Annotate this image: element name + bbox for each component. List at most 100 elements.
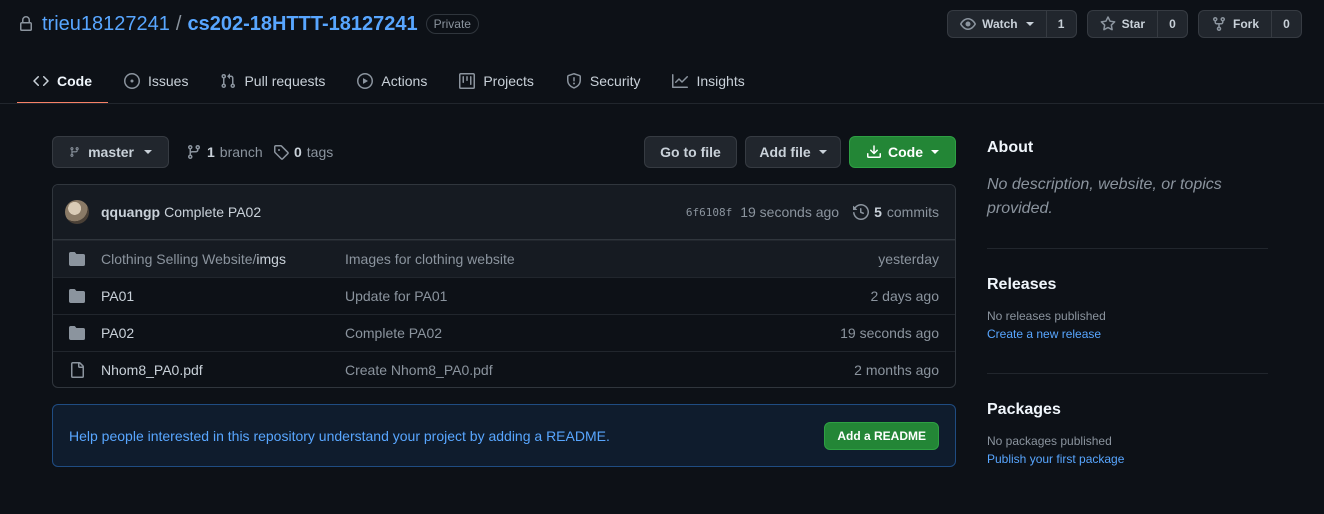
commits-label: commits — [886, 204, 939, 220]
tab-actions[interactable]: Actions — [341, 58, 443, 104]
watch-button[interactable]: Watch — [948, 11, 1046, 37]
repo-name-link[interactable]: cs202-18HTTT-18127241 — [187, 13, 417, 36]
file-age: 19 seconds ago — [840, 325, 939, 341]
tags-count: 0 — [294, 144, 302, 160]
go-to-file-button[interactable]: Go to file — [644, 136, 737, 168]
watch-button-group: Watch 1 — [947, 10, 1077, 38]
add-file-label: Add file — [759, 144, 811, 160]
file-row[interactable]: Nhom8_PA0.pdf Create Nhom8_PA0.pdf 2 mon… — [53, 351, 955, 387]
project-icon — [459, 73, 476, 89]
issue-icon — [124, 73, 140, 89]
tag-icon — [274, 145, 289, 160]
file-age: 2 months ago — [854, 362, 939, 378]
tab-insights[interactable]: Insights — [656, 58, 760, 104]
sidebar-divider — [987, 373, 1268, 374]
file-name[interactable]: PA01 — [101, 288, 345, 304]
file-name[interactable]: Clothing Selling Website/imgs — [101, 251, 345, 267]
file-row[interactable]: PA01 Update for PA01 2 days ago — [53, 277, 955, 314]
repo-tabs: Code Issues Pull requests Actions Projec… — [17, 58, 761, 104]
file-browser: qquangp Complete PA02 6f6108f 19 seconds… — [52, 184, 956, 388]
file-commit-message[interactable]: Images for clothing website — [345, 251, 878, 267]
tab-security[interactable]: Security — [550, 58, 657, 104]
branches-label: branch — [219, 144, 263, 160]
packages-section: Packages No packages published Publish y… — [987, 401, 1268, 468]
create-release-link[interactable]: Create a new release — [987, 325, 1268, 343]
folder-icon — [69, 251, 85, 267]
branches-count: 1 — [207, 144, 215, 160]
about-description: No description, website, or topics provi… — [987, 176, 1222, 217]
tab-pull-requests[interactable]: Pull requests — [204, 58, 341, 104]
file-name-prefix: Clothing Selling Website/ — [101, 251, 257, 267]
watch-count[interactable]: 1 — [1045, 11, 1076, 37]
graph-icon — [672, 74, 689, 88]
repo-header: trieu18127241 / cs202-18HTTT-18127241 Pr… — [18, 8, 479, 40]
tab-actions-label: Actions — [381, 73, 428, 89]
star-button[interactable]: Star — [1088, 11, 1157, 37]
chevron-down-icon — [1025, 22, 1034, 26]
file-commit-message[interactable]: Complete PA02 — [345, 325, 840, 341]
commit-sha[interactable]: 6f6108f — [686, 206, 732, 219]
code-button-label: Code — [888, 144, 923, 160]
add-readme-button[interactable]: Add a README — [824, 421, 939, 450]
file-commit-message[interactable]: Create Nhom8_PA0.pdf — [345, 362, 854, 378]
file-name[interactable]: PA02 — [101, 325, 345, 341]
code-download-button[interactable]: Code — [849, 136, 956, 168]
repo-owner-link[interactable]: trieu18127241 — [42, 13, 170, 36]
chevron-down-icon — [144, 150, 152, 154]
publish-package-link[interactable]: Publish your first package — [987, 450, 1268, 468]
commits-link[interactable]: 5 commits — [853, 204, 939, 220]
folder-icon — [69, 288, 85, 304]
fork-button-group: Fork 0 — [1197, 10, 1302, 38]
repo-actions: Watch 1 Star 0 Fork 0 — [947, 10, 1302, 38]
star-label: Star — [1121, 17, 1145, 31]
commit-message[interactable]: Complete PA02 — [164, 204, 261, 220]
avatar[interactable] — [65, 200, 89, 224]
tab-code[interactable]: Code — [17, 58, 108, 104]
branch-icon — [70, 147, 79, 157]
tab-issues-label: Issues — [148, 73, 189, 89]
readme-prompt-text: Help people interested in this repositor… — [69, 427, 610, 444]
file-row[interactable]: Clothing Selling Website/imgs Images for… — [53, 240, 955, 277]
add-file-button[interactable]: Add file — [745, 136, 841, 168]
latest-commit-bar: qquangp Complete PA02 6f6108f 19 seconds… — [53, 185, 955, 240]
fork-button[interactable]: Fork — [1199, 11, 1271, 37]
visibility-badge: Private — [425, 14, 479, 34]
releases-title[interactable]: Releases — [987, 276, 1268, 294]
packages-title[interactable]: Packages — [987, 401, 1268, 419]
folder-icon — [69, 325, 85, 341]
tags-label: tags — [306, 144, 334, 160]
fork-count[interactable]: 0 — [1271, 11, 1301, 37]
file-name[interactable]: Nhom8_PA0.pdf — [101, 362, 345, 378]
branches-link[interactable]: 1 branch — [186, 136, 263, 168]
shield-icon — [566, 73, 581, 89]
about-title: About — [987, 139, 1034, 156]
branch-name: master — [88, 144, 134, 160]
tab-insights-label: Insights — [696, 73, 745, 89]
file-row[interactable]: PA02 Complete PA02 19 seconds ago — [53, 314, 955, 351]
file-icon — [69, 362, 85, 378]
download-icon — [867, 145, 881, 158]
star-count[interactable]: 0 — [1156, 11, 1187, 37]
tab-issues[interactable]: Issues — [108, 58, 204, 104]
commit-author[interactable]: qquangp — [101, 204, 160, 220]
releases-empty-text: No releases published — [987, 309, 1106, 323]
tags-link[interactable]: 0 tags — [273, 136, 333, 168]
sidebar-divider — [987, 248, 1268, 249]
tab-projects[interactable]: Projects — [443, 58, 550, 104]
commit-time: 19 seconds ago — [740, 204, 840, 220]
commits-count: 5 — [874, 204, 882, 220]
fork-label: Fork — [1232, 17, 1259, 31]
pull-request-icon — [221, 73, 236, 89]
watch-label: Watch — [982, 17, 1018, 31]
eye-icon — [960, 18, 977, 30]
tabs-divider — [0, 103, 1324, 104]
code-icon — [33, 75, 49, 87]
tab-pull-requests-label: Pull requests — [244, 73, 326, 89]
packages-empty-text: No packages published — [987, 434, 1112, 448]
file-commit-message[interactable]: Update for PA01 — [345, 288, 871, 304]
tab-code-label: Code — [57, 73, 92, 89]
star-button-group: Star 0 — [1086, 10, 1188, 38]
chevron-down-icon — [818, 150, 827, 154]
file-name-leaf: imgs — [256, 251, 286, 267]
branch-select-button[interactable]: master — [52, 136, 169, 168]
